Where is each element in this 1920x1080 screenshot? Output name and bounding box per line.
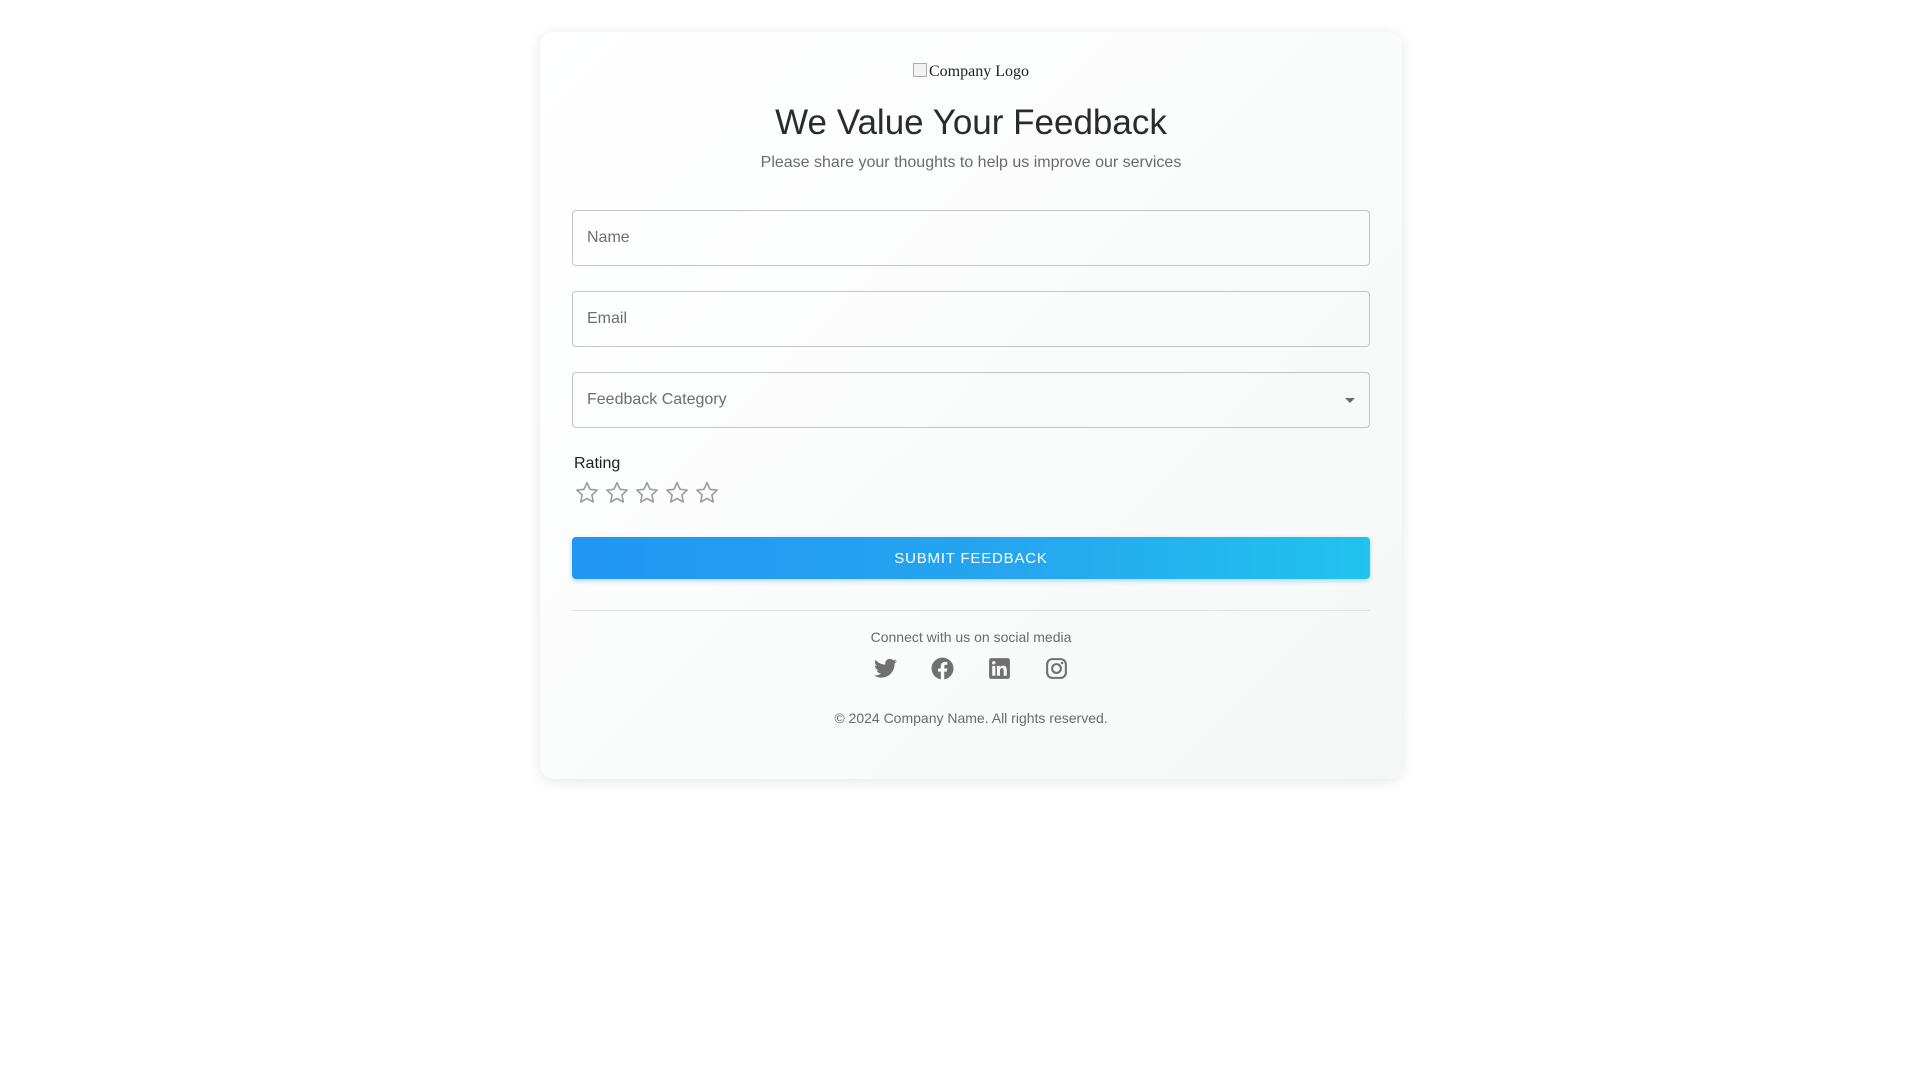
page-title: We Value Your Feedback [775, 103, 1167, 142]
social-links [540, 656, 1402, 681]
broken-image-icon [913, 63, 927, 77]
footer-divider [572, 610, 1370, 611]
star-icon-1[interactable] [573, 479, 601, 507]
email-field[interactable] [572, 291, 1370, 347]
dropdown-arrow-icon [1345, 398, 1355, 403]
star-icon-2[interactable] [603, 479, 631, 507]
copyright-text: © 2024 Company Name. All rights reserved… [834, 710, 1108, 726]
feedback-category-select[interactable]: Feedback Category [572, 372, 1370, 428]
company-logo-alt: Company Logo [929, 63, 1029, 80]
facebook-icon[interactable] [930, 656, 955, 681]
star-icon-5[interactable] [693, 479, 721, 507]
company-logo: Company Logo [540, 63, 1402, 81]
submit-feedback-button[interactable]: SUBMIT FEEDBACK [572, 537, 1370, 579]
instagram-icon[interactable] [1044, 656, 1069, 681]
feedback-category-label: Feedback Category [587, 391, 727, 408]
rating-label: Rating [574, 455, 621, 472]
star-icon-4[interactable] [663, 479, 691, 507]
social-media-text: Connect with us on social media [870, 629, 1072, 645]
feedback-card: Company Logo We Value Your Feedback Plea… [540, 32, 1402, 779]
twitter-icon[interactable] [873, 656, 898, 681]
linkedin-icon[interactable] [987, 656, 1012, 681]
page-subtitle: Please share your thoughts to help us im… [760, 154, 1182, 171]
star-rating[interactable] [573, 479, 721, 507]
name-field[interactable] [572, 210, 1370, 266]
star-icon-3[interactable] [633, 479, 661, 507]
